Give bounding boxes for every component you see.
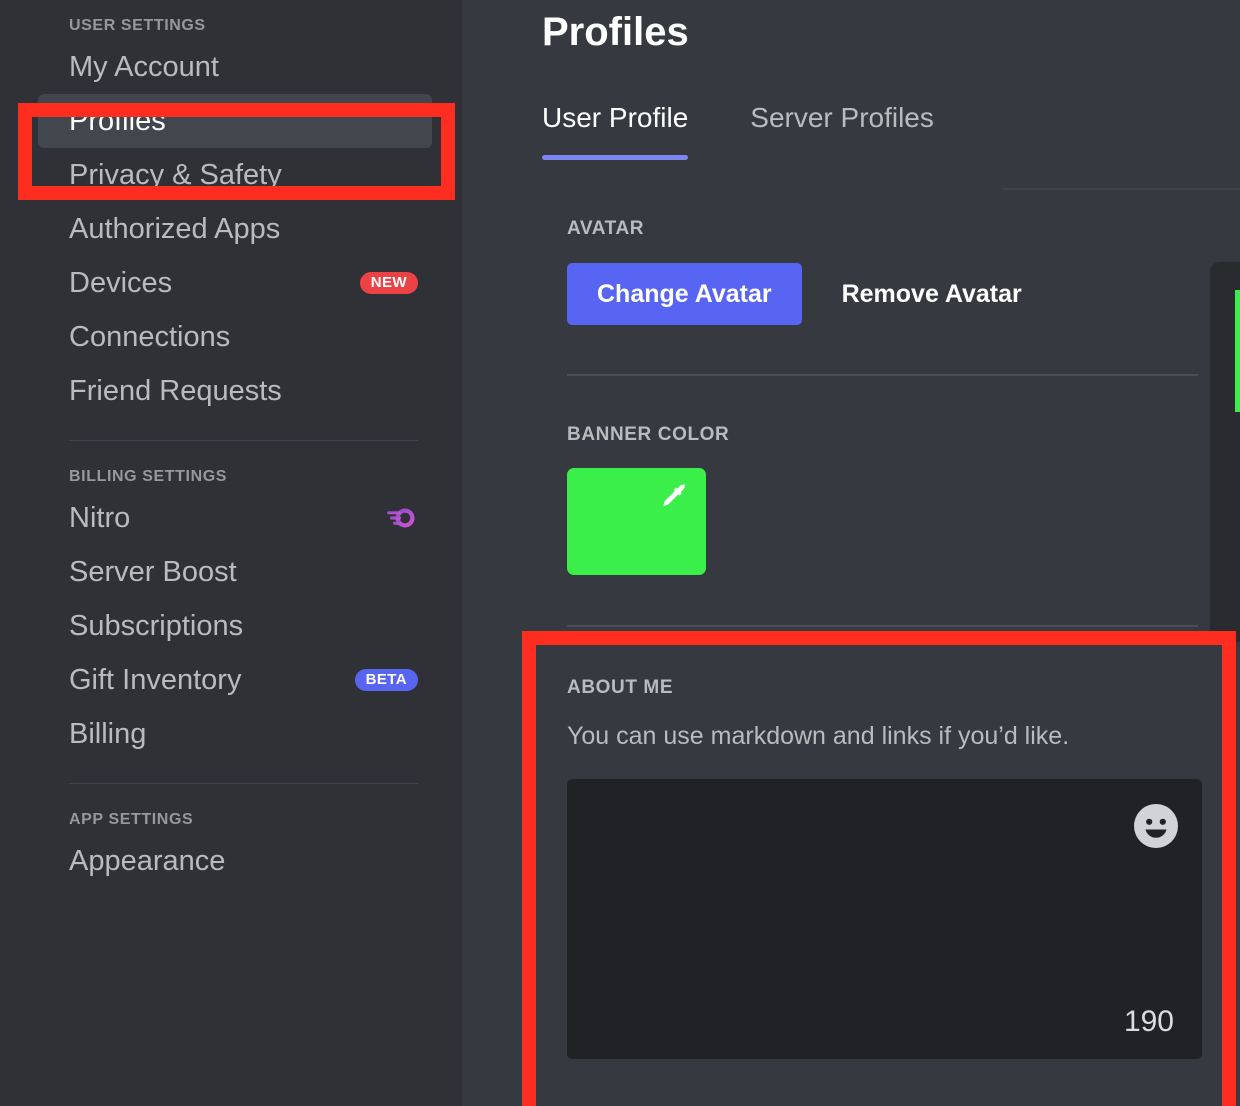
sidebar-item-appearance[interactable]: Appearance (38, 834, 432, 888)
sidebar-item-authorized-apps[interactable]: Authorized Apps (38, 202, 432, 256)
remove-avatar-button[interactable]: Remove Avatar (842, 281, 1022, 307)
tabs-underline-rule (1003, 188, 1240, 190)
sidebar-item-privacy-and-safety[interactable]: Privacy & Safety (38, 148, 432, 202)
sidebar-group-header-billing-settings: BILLING SETTINGS (69, 468, 228, 485)
sidebar-item-friend-requests[interactable]: Friend Requests (38, 364, 432, 418)
sidebar-divider (69, 440, 418, 441)
sidebar-item-label: Gift Inventory (69, 663, 242, 696)
sidebar-group-header-app-settings: APP SETTINGS (69, 811, 194, 828)
sidebar-item-label: Privacy & Safety (69, 158, 282, 191)
beta-badge: BETA (354, 669, 418, 691)
sidebar-item-billing[interactable]: Billing (38, 707, 432, 761)
sidebar-item-my-account[interactable]: My Account (38, 40, 432, 94)
avatar-section-divider (567, 374, 1198, 376)
tab-server-profiles[interactable]: Server Profiles (750, 104, 934, 160)
sidebar-item-label: Nitro (69, 501, 131, 534)
tab-label: Server Profiles (750, 102, 934, 133)
sidebar-item-connections[interactable]: Connections (38, 310, 432, 364)
sidebar-item-profiles[interactable]: Profiles (38, 94, 432, 148)
settings-window: USER SETTINGS My Account Profiles Privac… (0, 0, 1240, 1106)
avatar-section-label: AVATAR (567, 218, 645, 239)
about-me-section-label: ABOUT ME (567, 677, 674, 698)
banner-color-swatch[interactable] (567, 468, 706, 575)
page-title: Profiles (542, 10, 689, 54)
tab-label: User Profile (542, 102, 689, 133)
nitro-icon (384, 501, 418, 535)
sidebar-item-label: Server Boost (69, 555, 237, 588)
sidebar-item-label: Devices (69, 266, 173, 299)
sidebar-item-gift-inventory[interactable]: Gift Inventory BETA (38, 653, 432, 707)
sidebar-item-label: Appearance (69, 844, 226, 877)
sidebar-item-label: Authorized Apps (69, 212, 281, 245)
about-me-textarea[interactable]: 190 (567, 779, 1202, 1059)
sidebar-item-label: My Account (69, 50, 219, 83)
sidebar-item-devices[interactable]: Devices NEW (38, 256, 432, 310)
sidebar-group-header-user-settings: USER SETTINGS (69, 17, 206, 34)
sidebar-item-server-boost[interactable]: Server Boost (38, 545, 432, 599)
sidebar-item-label: Subscriptions (69, 609, 244, 642)
sidebar-item-label: Profiles (69, 104, 166, 137)
avatar-actions-row: Change Avatar Remove Avatar (567, 263, 1240, 325)
change-avatar-button[interactable]: Change Avatar (567, 263, 802, 325)
profile-preview-banner-sliver (1235, 290, 1240, 412)
sidebar-item-label: Friend Requests (69, 374, 282, 407)
sidebar-item-label: Connections (69, 320, 231, 353)
banner-section-divider (567, 625, 1198, 627)
character-count: 190 (1123, 1005, 1174, 1038)
tab-user-profile[interactable]: User Profile (542, 102, 689, 160)
emoji-smiley-icon[interactable] (1134, 804, 1178, 848)
new-badge: NEW (359, 272, 418, 294)
sidebar-item-nitro[interactable]: Nitro (38, 491, 432, 545)
sidebar-item-label: Billing (69, 717, 147, 750)
settings-content: Profiles User Profile Server Profiles AV… (462, 0, 1240, 1106)
profile-tabs: User Profile Server Profiles (542, 104, 1240, 160)
sidebar-item-subscriptions[interactable]: Subscriptions (38, 599, 432, 653)
sidebar-divider (69, 783, 418, 784)
settings-sidebar: USER SETTINGS My Account Profiles Privac… (0, 0, 462, 1106)
banner-color-section-label: BANNER COLOR (567, 424, 730, 445)
about-me-description: You can use markdown and links if you’d … (567, 722, 1070, 750)
